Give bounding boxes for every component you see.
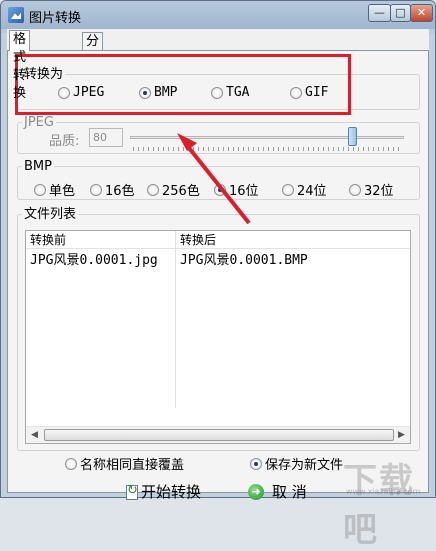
annotation-arrow-icon — [177, 133, 251, 225]
watermark-logo-text: 下载吧 — [343, 461, 415, 550]
app-window: 图片转换 — □ ✕ 格式转换 分辨率转换 转换为 JPEG BMP TG — [0, 0, 436, 550]
tab-format-convert[interactable]: 格式转换 — [9, 30, 31, 101]
watermark-url: www.xiazaiba.com — [346, 487, 421, 496]
